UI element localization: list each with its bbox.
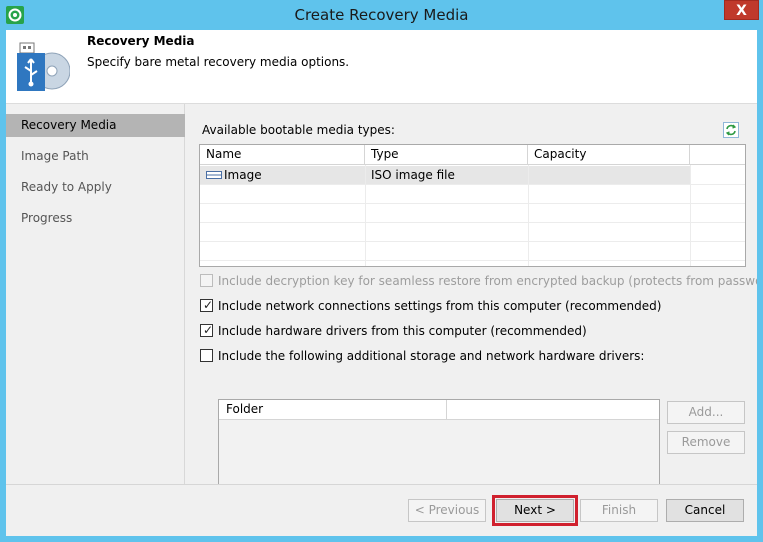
grid-line bbox=[200, 222, 745, 223]
grid-column-line bbox=[690, 165, 691, 266]
previous-button[interactable]: < Previous bbox=[408, 499, 486, 522]
table-cell-name[interactable]: Image bbox=[200, 166, 365, 184]
header-title: Recovery Media bbox=[87, 34, 195, 48]
wizard-header: Recovery Media Specify bare metal recove… bbox=[6, 30, 757, 104]
column-header-filler bbox=[690, 145, 745, 165]
column-header-name[interactable]: Name bbox=[200, 145, 365, 165]
network-settings-label[interactable]: Include network connections settings fro… bbox=[218, 299, 661, 313]
sidebar-item-image-path[interactable]: Image Path bbox=[6, 145, 185, 168]
table-cell-name-text: Image bbox=[224, 168, 262, 182]
close-button[interactable]: X bbox=[724, 0, 759, 20]
hardware-drivers-label[interactable]: Include hardware drivers from this compu… bbox=[218, 324, 587, 338]
table-cell-capacity[interactable] bbox=[528, 166, 690, 184]
table-cell-type[interactable]: ISO image file bbox=[365, 166, 528, 184]
finish-button[interactable]: Finish bbox=[580, 499, 658, 522]
column-header-type[interactable]: Type bbox=[365, 145, 528, 165]
sidebar-item-ready-to-apply[interactable]: Ready to Apply bbox=[6, 176, 185, 199]
column-header-folder[interactable]: Folder bbox=[219, 400, 447, 420]
title-bar: Create Recovery Media X bbox=[0, 0, 763, 30]
hardware-drivers-checkbox[interactable]: ✓ bbox=[200, 323, 214, 337]
checkmark-icon: ✓ bbox=[203, 298, 214, 312]
decryption-key-checkbox bbox=[200, 274, 213, 287]
refresh-icon[interactable] bbox=[723, 122, 739, 138]
wizard-footer: < Previous Next > Finish Cancel bbox=[6, 484, 757, 536]
grid-line bbox=[200, 184, 745, 185]
content-panel: Available bootable media types: Name Typ… bbox=[186, 104, 757, 502]
window-title: Create Recovery Media bbox=[294, 6, 469, 24]
header-subtitle: Specify bare metal recovery media option… bbox=[87, 55, 350, 69]
grid-line bbox=[200, 203, 745, 204]
sidebar-item-recovery-media[interactable]: Recovery Media bbox=[6, 114, 185, 137]
media-types-table[interactable]: Name Type Capacity Image ISO image file bbox=[199, 144, 746, 267]
grid-line bbox=[200, 241, 745, 242]
checkmark-icon: ✓ bbox=[203, 323, 214, 337]
network-settings-checkbox[interactable]: ✓ bbox=[200, 298, 214, 312]
wizard-window: Recovery Media Specify bare metal recove… bbox=[6, 30, 757, 536]
additional-drivers-checkbox[interactable] bbox=[200, 349, 213, 362]
grid-column-line bbox=[528, 165, 529, 266]
next-button[interactable]: Next > bbox=[492, 495, 578, 526]
grid-line bbox=[200, 260, 745, 261]
remove-folder-button[interactable]: Remove bbox=[667, 431, 745, 454]
media-types-label: Available bootable media types: bbox=[202, 123, 395, 137]
image-file-icon bbox=[206, 170, 222, 179]
grid-column-line bbox=[365, 165, 366, 266]
additional-drivers-label[interactable]: Include the following additional storage… bbox=[218, 349, 644, 363]
column-header-capacity[interactable]: Capacity bbox=[528, 145, 690, 165]
decryption-key-label: Include decryption key for seamless rest… bbox=[218, 274, 757, 288]
column-header-filler bbox=[447, 400, 659, 420]
sidebar-item-progress[interactable]: Progress bbox=[6, 207, 185, 230]
usb-disc-icon bbox=[17, 42, 70, 91]
add-folder-button[interactable]: Add... bbox=[667, 401, 745, 424]
wizard-steps-sidebar: Recovery Media Image Path Ready to Apply… bbox=[6, 104, 185, 484]
cancel-button[interactable]: Cancel bbox=[666, 499, 744, 522]
